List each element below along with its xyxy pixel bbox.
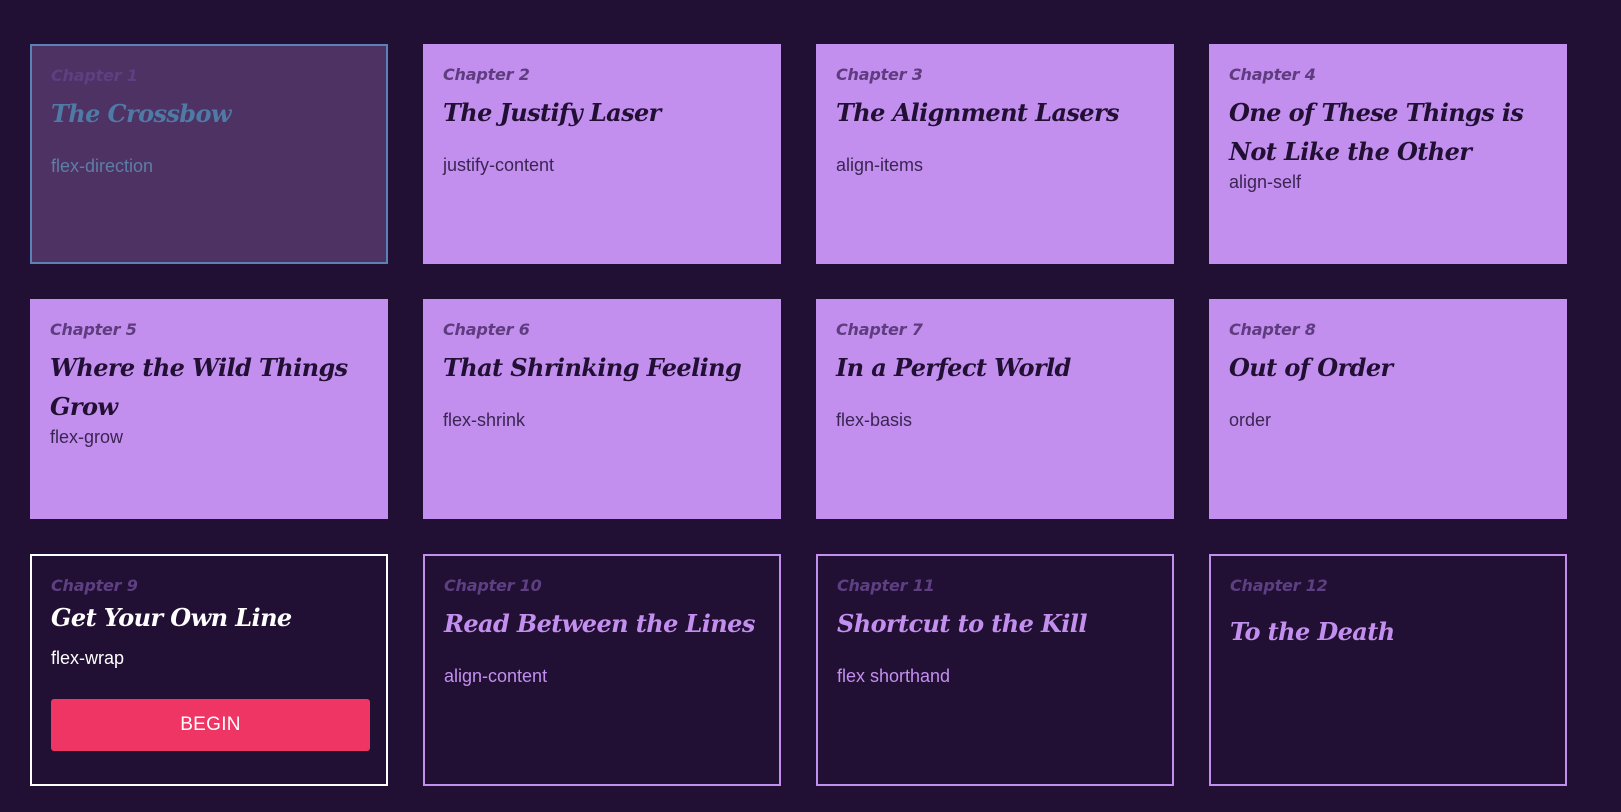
chapter-card-8[interactable]: Chapter 8 Out of Order order [1209, 299, 1567, 519]
chapter-number: Chapter 5 [50, 320, 137, 339]
chapter-property: justify-content [443, 155, 555, 175]
chapter-property: flex shorthand [837, 666, 951, 686]
chapter-card-10[interactable]: Chapter 10 Read Between the Lines align-… [423, 554, 781, 786]
chapter-number: Chapter 9 [51, 576, 138, 595]
chapter-title: Get Your Own Line [51, 603, 292, 632]
chapter-number: Chapter 10 [444, 576, 542, 595]
chapter-property: align-self [1229, 172, 1302, 192]
chapter-card-6[interactable]: Chapter 6 That Shrinking Feeling flex-sh… [423, 299, 781, 519]
chapter-property: flex-shrink [443, 410, 526, 430]
chapter-title: Shortcut to the Kill [837, 609, 1087, 638]
chapter-card-3[interactable]: Chapter 3 The Alignment Lasers align-ite… [816, 44, 1174, 264]
chapter-number: Chapter 8 [1229, 320, 1316, 339]
chapter-title: Out of Order [1229, 353, 1393, 382]
chapter-title: Where the Wild Things Grow [50, 353, 348, 421]
chapter-property: order [1229, 410, 1272, 430]
chapter-card-1[interactable]: Chapter 1 The Crossbow flex-direction [30, 44, 388, 264]
chapter-title: One of These Things is Not Like the Othe… [1229, 98, 1524, 166]
chapter-title: The Crossbow [51, 99, 232, 128]
begin-button[interactable]: BEGIN [51, 699, 370, 751]
chapter-card-5[interactable]: Chapter 5 Where the Wild Things Grow fle… [30, 299, 388, 519]
chapter-property: flex-direction [51, 156, 154, 176]
chapter-card-9[interactable]: Chapter 9 Get Your Own Line flex-wrap BE… [30, 554, 388, 786]
chapter-card-11[interactable]: Chapter 11 Shortcut to the Kill flex sho… [816, 554, 1174, 786]
chapter-property: align-items [836, 155, 924, 175]
chapter-number: Chapter 2 [443, 65, 530, 84]
chapter-property: flex-wrap [51, 648, 125, 668]
chapter-card-2[interactable]: Chapter 2 The Justify Laser justify-cont… [423, 44, 781, 264]
chapter-property: flex-basis [836, 410, 913, 430]
chapter-card-12[interactable]: Chapter 12 To the Death [1209, 554, 1567, 786]
chapter-title: In a Perfect World [836, 353, 1071, 382]
chapter-property: flex-grow [50, 427, 124, 447]
chapter-number: Chapter 6 [443, 320, 530, 339]
chapter-number: Chapter 7 [836, 320, 923, 339]
chapter-card-4[interactable]: Chapter 4 One of These Things is Not Lik… [1209, 44, 1567, 264]
chapter-title: The Alignment Lasers [836, 98, 1120, 127]
chapter-number: Chapter 3 [836, 65, 923, 84]
chapter-number: Chapter 1 [51, 66, 138, 85]
chapter-title: The Justify Laser [443, 98, 661, 127]
chapter-title: To the Death [1230, 617, 1395, 646]
chapter-title: Read Between the Lines [444, 609, 755, 638]
chapter-card-7[interactable]: Chapter 7 In a Perfect World flex-basis [816, 299, 1174, 519]
chapter-title: That Shrinking Feeling [443, 353, 742, 382]
chapter-grid: Chapter 1 The Crossbow flex-direction Ch… [30, 44, 1567, 786]
chapter-number: Chapter 4 [1229, 65, 1316, 84]
chapter-property: align-content [444, 666, 548, 686]
chapter-number: Chapter 11 [837, 576, 935, 595]
chapter-number: Chapter 12 [1230, 576, 1328, 595]
